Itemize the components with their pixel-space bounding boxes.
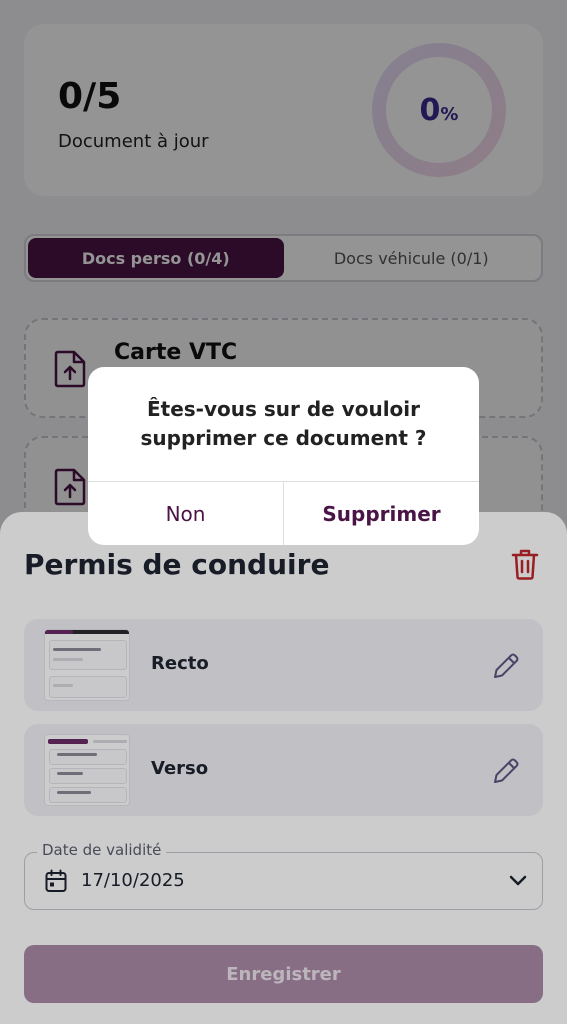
confirm-delete-dialog: Êtes-vous sur de vouloir supprimer ce do… bbox=[88, 367, 479, 545]
dialog-message: Êtes-vous sur de vouloir supprimer ce do… bbox=[140, 397, 427, 450]
confirm-delete-button[interactable]: Supprimer bbox=[283, 482, 479, 545]
dialog-actions: Non Supprimer bbox=[88, 481, 479, 545]
cancel-button[interactable]: Non bbox=[88, 482, 283, 545]
sheet-dim-overlay bbox=[0, 512, 567, 1024]
